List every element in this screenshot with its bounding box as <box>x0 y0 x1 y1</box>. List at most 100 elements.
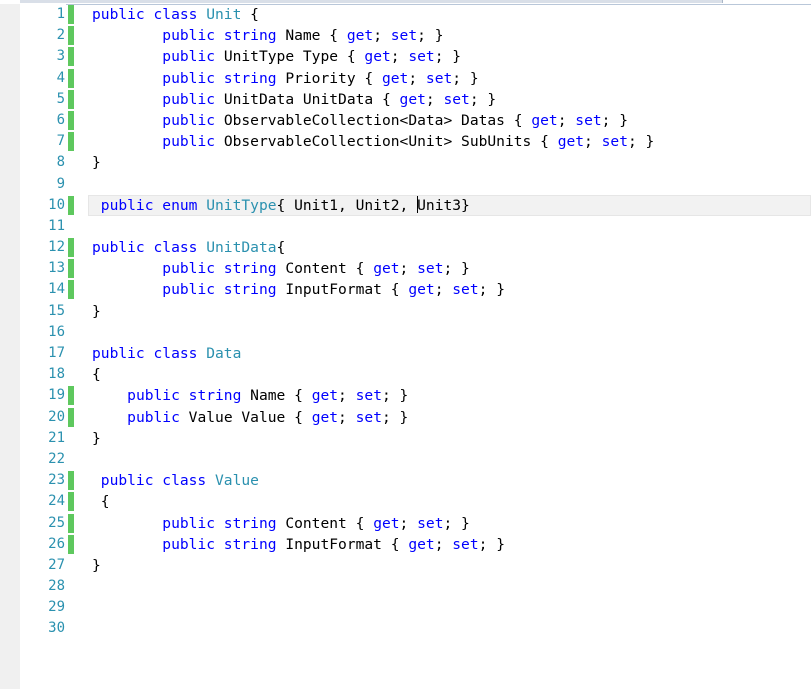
code-token: ObservableCollection<Data> Datas { <box>223 111 532 129</box>
keyword-token: public <box>162 111 224 129</box>
code-line[interactable]: 19 public string Name { get; set; } <box>20 385 811 406</box>
code-line[interactable]: 29 <box>20 597 811 618</box>
line-number: 20 <box>48 408 65 425</box>
line-number: 2 <box>56 27 65 44</box>
keyword-token: public string <box>162 27 286 45</box>
code-line[interactable]: 16 <box>20 322 811 343</box>
code-line[interactable]: 15} <box>20 301 811 322</box>
change-marker <box>68 513 74 533</box>
code-token: } <box>92 154 101 172</box>
code-line[interactable]: 12 public class UnitData{ <box>20 237 811 258</box>
line-number: 19 <box>48 387 65 404</box>
code-line[interactable]: 23 public class Value <box>20 470 811 491</box>
line-number: 17 <box>48 345 65 361</box>
line-number: 14 <box>48 281 65 298</box>
change-marker <box>68 47 74 67</box>
line-number: 21 <box>48 429 65 446</box>
line-number: 27 <box>48 556 65 573</box>
code-line[interactable]: 5 public UnitData UnitData { get; set; } <box>20 89 811 110</box>
type-name-token: Data <box>206 345 242 362</box>
code-line[interactable]: 3 public UnitType Type { get; set; } <box>20 46 811 67</box>
code-text: } <box>92 152 101 173</box>
line-number: 24 <box>48 493 65 510</box>
code-token: { <box>92 366 101 384</box>
code-line[interactable]: 13 public string Content { get; set; } <box>20 258 811 279</box>
code-line[interactable]: 17 public class Data <box>20 343 811 364</box>
code-line[interactable]: 25 public string Content { get; set; } <box>20 513 811 534</box>
change-marker <box>68 471 74 491</box>
code-token: ; } <box>478 535 505 553</box>
code-line[interactable]: 21} <box>20 428 811 449</box>
line-number: 9 <box>56 175 65 192</box>
selection-margin[interactable] <box>0 4 20 689</box>
keyword-token: public string <box>162 69 286 87</box>
code-line[interactable]: 6 public ObservableCollection<Data> Data… <box>20 110 811 131</box>
keyword-token: public enum <box>92 196 207 214</box>
code-line[interactable]: 30 <box>20 618 811 639</box>
keyword-token: public class <box>92 239 207 257</box>
code-line[interactable]: 2 public string Name { get; set; } <box>20 25 811 46</box>
change-marker <box>68 5 74 24</box>
line-number: 15 <box>48 302 65 319</box>
code-line[interactable]: 8} <box>20 152 811 173</box>
change-marker <box>68 238 74 258</box>
code-line[interactable]: 9 <box>20 174 811 195</box>
code-token: } <box>92 429 101 447</box>
code-text: public class Data <box>92 343 241 364</box>
code-editor[interactable]: 1 public class Unit {2 public string Name… <box>20 4 811 640</box>
keyword-token: get <box>531 111 558 129</box>
line-number: 3 <box>56 48 65 65</box>
code-token: ; } <box>381 387 409 405</box>
code-token: ; } <box>417 27 444 45</box>
code-line[interactable]: 1 public class Unit { <box>20 4 811 25</box>
code-line[interactable]: 26 public string InputFormat { get; set;… <box>20 534 811 555</box>
keyword-token: get <box>399 90 426 108</box>
type-name-token: Unit <box>206 6 242 23</box>
code-line[interactable]: 14 public string InputFormat { get; set;… <box>20 279 811 300</box>
code-token: Content { <box>285 260 374 278</box>
code-line[interactable]: 27} <box>20 555 811 576</box>
code-line[interactable]: 11 <box>20 216 811 237</box>
line-number: 4 <box>56 69 65 86</box>
code-line[interactable]: 24 { <box>20 491 811 512</box>
keyword-token: public <box>127 408 189 426</box>
code-text: public Value Value { get; set; } <box>92 407 408 428</box>
type-name-token: UnitType <box>206 196 277 214</box>
code-line[interactable]: 18 { <box>20 364 811 385</box>
line-number: 22 <box>48 450 65 467</box>
code-line[interactable]: 4 public string Priority { get; set; } <box>20 68 811 89</box>
keyword-token: set <box>355 408 382 426</box>
code-line[interactable]: 7 public ObservableCollection<Unit> SubU… <box>20 131 811 152</box>
code-token: ObservableCollection<Unit> SubUnits { <box>223 133 558 151</box>
code-line[interactable]: 22 <box>20 449 811 470</box>
change-marker <box>68 386 74 406</box>
code-line[interactable]: 28 <box>20 576 811 597</box>
code-token: { <box>92 493 110 511</box>
code-line[interactable]: 10 public enum UnitType{ Unit1, Unit2, U… <box>20 194 811 216</box>
keyword-token: public string <box>162 514 286 532</box>
code-line[interactable]: 20 public Value Value { get; set; } <box>20 407 811 428</box>
code-token: ; } <box>434 48 462 66</box>
code-text: public ObservableCollection<Unit> SubUni… <box>92 131 654 152</box>
code-token: Name { <box>250 387 312 405</box>
code-token: Value Value { <box>188 408 312 426</box>
line-number: 13 <box>48 260 65 277</box>
code-token: ; } <box>627 133 655 151</box>
code-token: ; <box>399 260 418 278</box>
code-text: public class Unit { <box>92 4 259 25</box>
code-token: InputFormat { <box>285 281 409 299</box>
keyword-token: set <box>452 281 479 299</box>
code-token: { <box>241 6 259 23</box>
line-number: 6 <box>56 111 65 128</box>
line-number: 23 <box>48 472 65 489</box>
code-text: } <box>92 428 101 449</box>
code-text: public ObservableCollection<Data> Datas … <box>92 110 628 131</box>
code-token: Unit3} <box>417 196 470 214</box>
scrollbar-thumb[interactable] <box>20 0 723 3</box>
code-text: public class Value <box>92 470 259 491</box>
code-text: } <box>92 301 101 322</box>
line-number: 7 <box>56 133 65 150</box>
change-marker <box>68 407 74 427</box>
keyword-token: set <box>575 111 602 129</box>
